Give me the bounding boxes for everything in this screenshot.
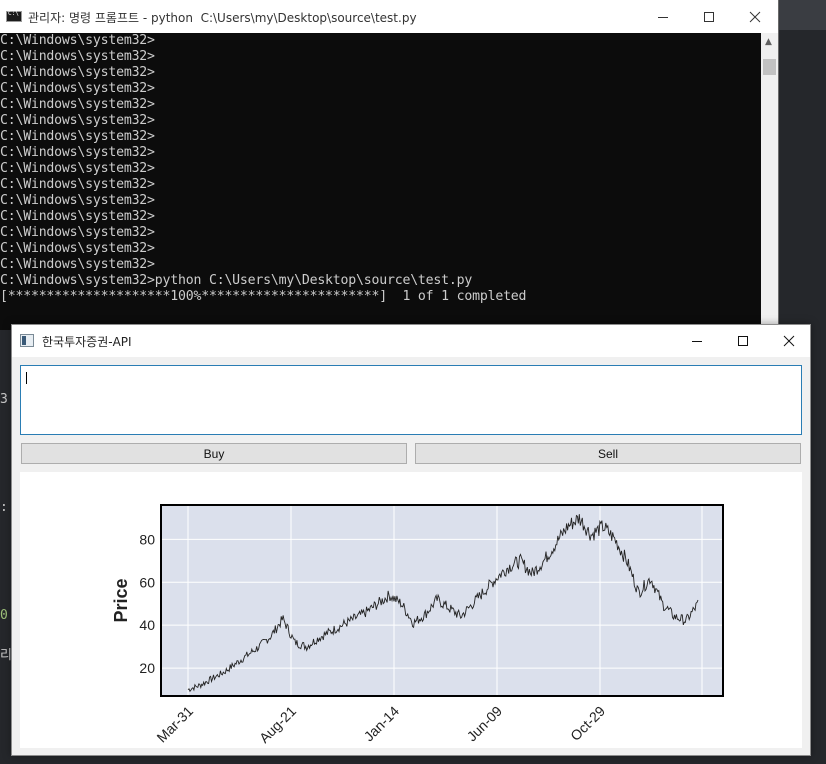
console-line: C:\Windows\system32> [0, 145, 155, 160]
app-minimize-button[interactable] [674, 325, 720, 357]
price-chart: 20 40 60 80 Mar-31 Aug-21 Jan-14 Jun-09 Oct-29 Pr… [20, 472, 802, 748]
console-line: C:\Windows\system32> [0, 209, 155, 224]
minimize-button[interactable] [640, 0, 686, 33]
background-text: : [0, 500, 8, 515]
close-icon [783, 335, 795, 347]
close-icon [749, 11, 761, 22]
console-line: C:\Windows\system32> [0, 65, 155, 80]
x-tick-label: Oct-29 [567, 703, 608, 744]
x-tick-label: Jun-09 [464, 703, 506, 745]
x-tick-label: Aug-21 [256, 703, 299, 746]
y-axis-label: Price [111, 578, 131, 622]
text-caret [26, 372, 27, 384]
console-line: C:\Windows\system32> [0, 241, 155, 256]
app-maximize-button[interactable] [720, 325, 766, 357]
order-input-textarea[interactable] [20, 365, 802, 435]
console-line: C:\Windows\system32>python C:\Users\my\D… [0, 273, 473, 288]
console-line: C:\Windows\system32> [0, 257, 155, 272]
cmd-window: 관리자: 명령 프롬프트 - python C:\Users\my\Deskto… [0, 0, 779, 330]
maximize-button[interactable] [686, 0, 732, 33]
console-line: C:\Windows\system32> [0, 193, 155, 208]
price-chart-svg: 20 40 60 80 Mar-31 Aug-21 Jan-14 Jun-09 Oct-29 Pr… [111, 504, 724, 746]
console-line: C:\Windows\system32> [0, 113, 155, 128]
console-line: C:\Windows\system32> [0, 177, 155, 192]
scroll-up-icon[interactable]: ▲ [765, 37, 772, 47]
x-tick-label: Mar-31 [153, 703, 196, 746]
minimize-icon [658, 16, 668, 18]
minimize-icon [692, 341, 702, 342]
y-tick-label: 40 [139, 617, 155, 633]
maximize-icon [704, 11, 714, 22]
x-tick-label: Jan-14 [361, 703, 403, 745]
plot-background [161, 505, 723, 696]
scroll-thumb[interactable] [763, 59, 776, 75]
y-tick-label: 20 [139, 660, 155, 676]
console-line: [*********************100%**************… [0, 289, 527, 304]
cmd-console-output[interactable]: C:\Windows\system32> C:\Windows\system32>… [0, 33, 760, 330]
console-line: C:\Windows\system32> [0, 49, 155, 64]
y-tick-label: 60 [139, 574, 155, 590]
cmd-titlebar[interactable]: 관리자: 명령 프롬프트 - python C:\Users\my\Deskto… [0, 0, 778, 33]
app-window-icon [20, 334, 34, 347]
console-line: C:\Windows\system32> [0, 81, 155, 96]
console-line: C:\Windows\system32> [0, 129, 155, 144]
cmd-scrollbar[interactable]: ▲ [761, 33, 778, 330]
app-close-button[interactable] [766, 325, 812, 357]
background-text: 0 [0, 608, 8, 623]
cmd-window-title: 관리자: 명령 프롬프트 - python C:\Users\my\Deskto… [28, 11, 417, 25]
console-line: C:\Windows\system32> [0, 97, 155, 112]
app-window: 한국투자증권-API Buy Sell 20 40 60 80 Mar-31 Aug-21… [11, 324, 811, 756]
background-text: 3 [0, 392, 8, 407]
app-window-title: 한국투자증권-API [42, 335, 132, 349]
app-titlebar[interactable]: 한국투자증권-API [12, 325, 810, 357]
console-line: C:\Windows\system32> [0, 225, 155, 240]
buy-button[interactable]: Buy [21, 443, 407, 464]
cmd-app-icon [6, 10, 22, 22]
maximize-icon [738, 336, 748, 346]
y-tick-label: 80 [139, 531, 155, 547]
console-line: C:\Windows\system32> [0, 33, 155, 48]
close-button[interactable] [732, 0, 778, 33]
sell-button[interactable]: Sell [415, 443, 801, 464]
console-line: C:\Windows\system32> [0, 161, 155, 176]
